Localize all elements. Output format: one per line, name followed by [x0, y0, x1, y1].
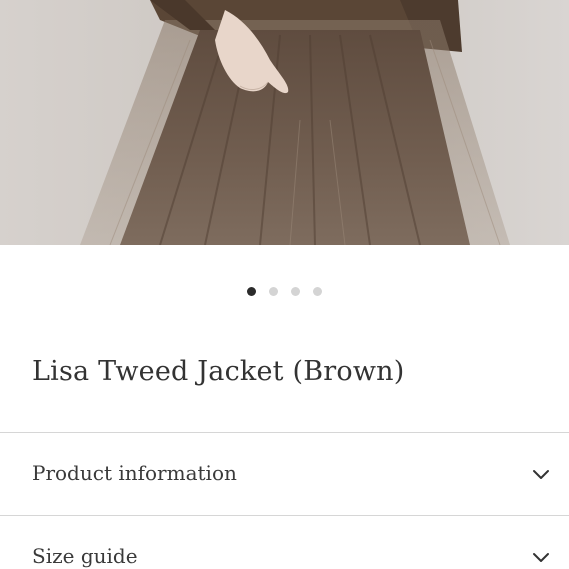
product-information-label: Product information: [32, 461, 237, 485]
chevron-down-icon[interactable]: [531, 465, 551, 485]
product-image[interactable]: [0, 0, 569, 245]
size-guide-accordion[interactable]: Size guide: [0, 515, 569, 569]
carousel-dot-2[interactable]: [269, 287, 278, 296]
size-guide-label: Size guide: [32, 544, 138, 568]
carousel-dot-4[interactable]: [313, 287, 322, 296]
product-photo: [0, 0, 569, 245]
carousel-indicator: [0, 287, 569, 297]
chevron-down-icon[interactable]: [531, 548, 551, 568]
product-page: Lisa Tweed Jacket (Brown) Product inform…: [0, 0, 569, 569]
product-information-accordion[interactable]: Product information: [0, 432, 569, 516]
carousel-dot-3[interactable]: [291, 287, 300, 296]
product-title: Lisa Tweed Jacket (Brown): [32, 356, 405, 387]
carousel-dot-1[interactable]: [247, 287, 256, 296]
